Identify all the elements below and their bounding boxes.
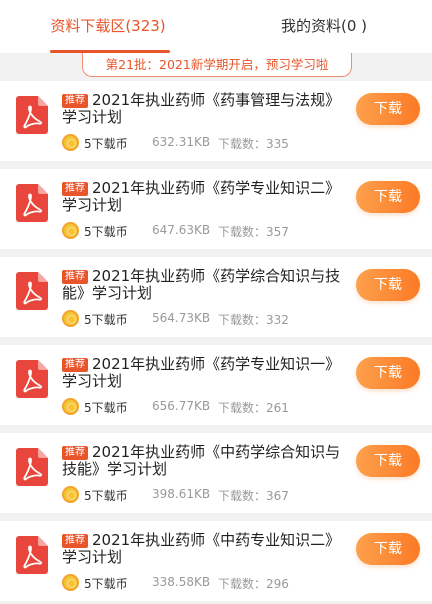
item-title-line: 推荐 2021年执业药师《药学专业知识一》学习计划 [62,356,352,390]
file-size: 656.77KB [152,399,211,413]
item-title: 2021年执业药师《药学综合知识与技能》学习计划 [62,267,341,302]
download-count: 下载数：367 [218,489,289,503]
item-title: 2021年执业药师《中药学综合知识与技能》学习计划 [62,443,341,478]
item-title-line: 推荐 2021年执业药师《药学专业知识二》学习计划 [62,180,352,214]
download-button[interactable]: 下载 [356,181,420,213]
download-count: 下载数：335 [218,137,289,151]
recommend-badge: 推荐 [62,270,88,284]
pdf-icon [16,272,48,310]
tab-downloads[interactable]: 资料下载区(323) [0,0,216,53]
pdf-icon [16,184,48,222]
recommend-badge: 推荐 [62,446,88,460]
item-title: 2021年执业药师《药学专业知识一》学习计划 [62,355,341,390]
item-title: 2021年执业药师《中药专业知识二》学习计划 [62,531,341,566]
list-item[interactable]: 推荐 2021年执业药师《药事管理与法规》学习计划 5下载币 632.31KB 下载数：… [0,81,432,161]
file-size: 338.58KB [152,575,211,589]
download-count: 下载数：296 [218,577,289,591]
download-button[interactable]: 下载 [356,357,420,389]
coin-icon [62,222,79,239]
list-item[interactable]: 推荐 2021年执业药师《药学综合知识与技能》学习计划 5下载币 564.73KB 下载… [0,257,432,337]
tab-downloads-label: 资料下载区(323) [50,17,166,35]
file-size: 647.63KB [152,223,211,237]
material-list: 推荐 2021年执业药师《药事管理与法规》学习计划 5下载币 632.31KB 下载数：… [0,81,432,604]
download-count: 下载数：332 [218,313,289,327]
recommend-badge: 推荐 [62,358,88,372]
tab-my-materials-label: 我的资料(0 ) [280,17,368,35]
coin-icon [62,398,79,415]
download-button[interactable]: 下载 [356,269,420,301]
list-item[interactable]: 推荐 2021年执业药师《中药专业知识二》学习计划 5下载币 338.58KB 下载数：… [0,521,432,601]
recommend-badge: 推荐 [62,534,88,548]
file-size: 398.61KB [152,487,211,501]
item-title-line: 推荐 2021年执业药师《中药专业知识二》学习计划 [62,532,352,566]
coin-icon [62,574,79,591]
pdf-icon [16,536,48,574]
file-size: 632.31KB [152,135,211,149]
download-count: 下载数：261 [218,401,289,415]
recommend-badge: 推荐 [62,182,88,196]
download-button[interactable]: 下载 [356,533,420,565]
download-cost: 5下载币 [84,489,128,503]
download-cost: 5下载币 [84,225,128,239]
banner-area: 第21批：2021新学期开启，预习学习啦 [0,53,432,81]
coin-icon [62,134,79,151]
download-button[interactable]: 下载 [356,93,420,125]
download-cost: 5下载币 [84,401,128,415]
download-cost: 5下载币 [84,577,128,591]
download-cost: 5下载币 [84,137,128,151]
download-cost: 5下载币 [84,313,128,327]
recommend-badge: 推荐 [62,94,88,108]
batch-notice-banner: 第21批：2021新学期开启，预习学习啦 [82,53,352,77]
download-button[interactable]: 下载 [356,445,420,477]
pdf-icon [16,96,48,134]
item-title: 2021年执业药师《药事管理与法规》学习计划 [62,91,341,126]
pdf-icon [16,360,48,398]
tab-my-materials[interactable]: 我的资料(0 ) [216,0,432,53]
item-title-line: 推荐 2021年执业药师《中药学综合知识与技能》学习计划 [62,444,352,478]
download-count: 下载数：357 [218,225,289,239]
item-title: 2021年执业药师《药学专业知识二》学习计划 [62,179,341,214]
list-item[interactable]: 推荐 2021年执业药师《药学专业知识一》学习计划 5下载币 656.77KB 下载数：… [0,345,432,425]
coin-icon [62,310,79,327]
list-item[interactable]: 推荐 2021年执业药师《中药学综合知识与技能》学习计划 5下载币 398.61KB 下… [0,433,432,513]
item-title-line: 推荐 2021年执业药师《药事管理与法规》学习计划 [62,92,352,126]
list-item[interactable]: 推荐 2021年执业药师《药学专业知识二》学习计划 5下载币 647.63KB 下载数：… [0,169,432,249]
coin-icon [62,486,79,503]
file-size: 564.73KB [152,311,211,325]
item-title-line: 推荐 2021年执业药师《药学综合知识与技能》学习计划 [62,268,352,302]
tab-bar: 资料下载区(323) 我的资料(0 ) [0,0,432,53]
pdf-icon [16,448,48,486]
